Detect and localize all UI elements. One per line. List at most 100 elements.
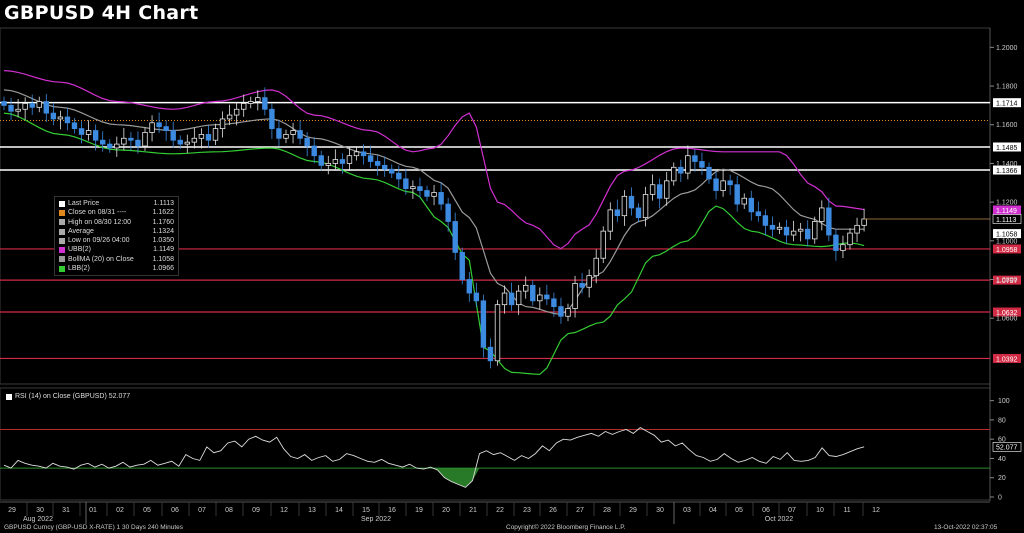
x-day-label: 20 [442,507,450,514]
candle-body [149,122,155,133]
candle-body [332,159,339,164]
candle-body [685,155,691,174]
candle-body [276,128,282,139]
candle-body [607,209,613,232]
candle-body [473,292,480,302]
legend-value: 1.1113 [153,200,174,207]
legend-swatch [59,228,65,235]
legend-swatch [59,256,65,263]
candle-body [367,155,374,162]
candle-body [410,186,416,189]
candle-body [593,257,599,277]
rsi-legend-label: RSI (14) on Close (GBPUSD) 52.077 [15,393,131,400]
legend-value: 1.1149 [153,246,174,254]
candle-body [226,114,233,120]
x-day-label: 05 [143,507,151,514]
y-tick-label: 1.0800 [996,277,1018,284]
candle-body [346,155,353,164]
x-day-label: 05 [735,507,743,514]
candle-body [128,137,134,141]
candle-body [487,346,494,362]
candle-body [748,197,754,213]
candle-body [184,141,190,145]
candle-body [692,155,698,162]
candle-body [797,228,804,232]
x-day-label: 21 [469,507,477,514]
candle-body [163,126,169,131]
legend-value: 1.0350 [152,237,174,245]
x-day-label: 15 [362,507,370,514]
rsi-y-tick-label: 20 [998,475,1006,482]
candle-body [121,137,127,145]
legend-value: 1.1760 [152,218,174,226]
legend-swatch [59,237,65,244]
x-day-label: 06 [762,507,770,514]
candle-body [847,232,853,246]
x-day-label: 06 [171,507,179,514]
x-day-label: 26 [549,507,557,514]
candle-body [515,290,522,306]
candle-body [678,166,684,174]
y-tick-label: 1.1800 [996,84,1018,91]
y-tick-label: 1.2000 [996,45,1018,52]
rsi-value-label: 52.077 [996,445,1018,452]
x-day-label: 11 [843,507,850,514]
candle-body [85,130,92,135]
candle-body [812,221,818,240]
candle-body [656,184,663,199]
y-tick-label: 1.0600 [996,316,1018,323]
candle-body [445,203,451,222]
x-day-label: 19 [415,507,423,514]
candle-body [318,155,324,166]
candle-body [389,168,395,174]
candle-body [699,161,705,168]
candle-body [325,163,331,166]
x-day-label: 31 [62,507,70,514]
candle-body [198,134,205,139]
legend-swatch [59,219,65,226]
legend-label: Last Price [68,200,100,207]
candle-body [248,101,254,104]
candle-body [417,186,423,191]
candle-body [36,101,42,108]
candle-body [783,226,790,236]
candle-body [57,116,64,120]
candle-body [565,308,571,317]
legend-label: Average [68,227,94,235]
candle-body [755,211,762,217]
x-day-label: 09 [252,507,260,514]
legend-swatch [59,247,65,254]
x-day-label: 07 [788,507,796,514]
rsi-legend-swatch [6,393,12,400]
candle-body [64,116,71,124]
candle-body [741,197,747,205]
candle-body [107,143,113,149]
candle-body [22,103,28,110]
candle-body [508,292,515,306]
legend-row: High on 08/30 12:00 1.1760 [59,218,174,227]
footer-timestamp: 13-Oct-2022 02:37:05 [934,524,998,531]
rsi-legend: RSI (14) on Close (GBPUSD) 52.077 [6,393,130,400]
candle-body [805,228,811,240]
y-tick-label: 1.1000 [996,238,1018,245]
ubb-price-label: 1.1149 [996,208,1017,215]
candle-body [219,118,226,130]
x-day-label: 22 [496,507,504,514]
candle-body [706,166,712,180]
x-day-label: 30 [36,507,44,514]
candle-body [614,209,621,217]
candle-body [339,159,346,164]
legend-swatch [59,265,65,272]
candle-body [156,122,162,128]
candle-body [71,122,78,130]
x-day-label: 13 [308,507,316,514]
candle-body [523,284,529,292]
x-day-label: 12 [280,507,288,514]
candle-body [353,151,360,157]
legend-row: UBB(2) 1.1149 [59,245,174,254]
candle-body [311,145,317,157]
x-day-label: 08 [225,507,233,514]
candle-body [438,192,444,205]
candle-body [769,224,776,230]
candle-body [403,178,409,189]
